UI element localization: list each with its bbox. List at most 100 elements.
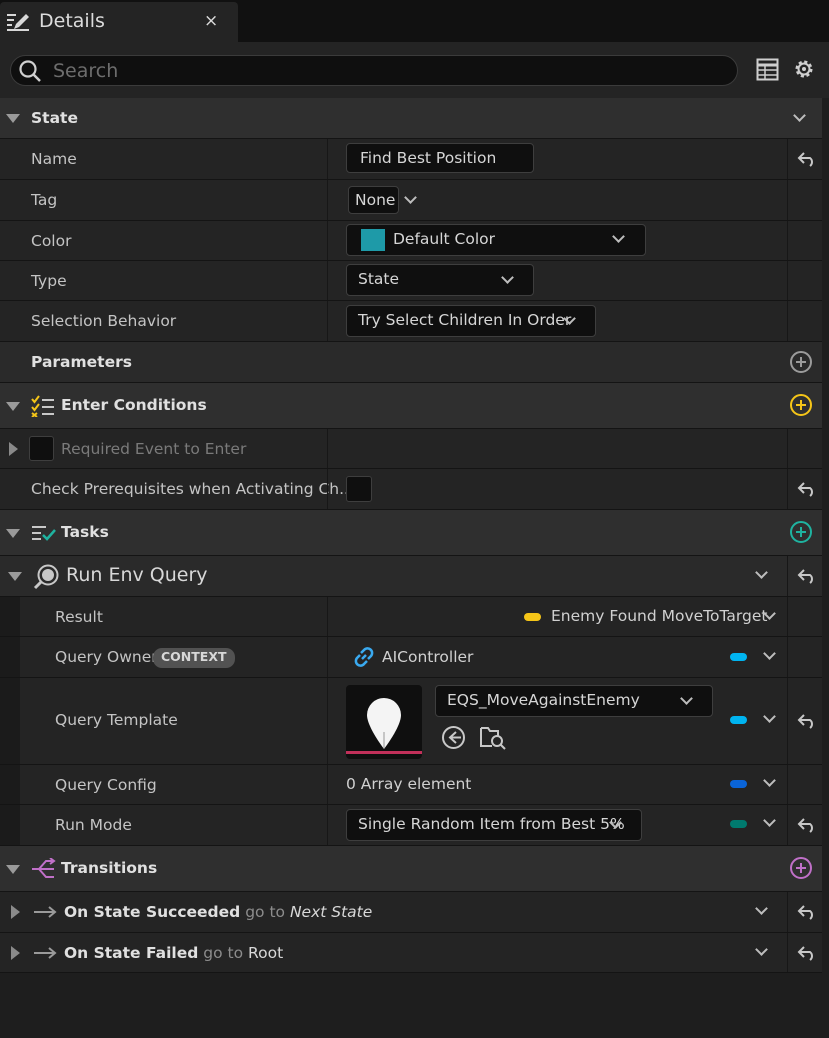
chevron-down-icon [680,692,693,705]
add-transition-icon[interactable] [790,857,812,879]
color-dropdown[interactable]: Default Color [346,224,646,256]
reset-to-default-icon[interactable] [797,817,817,833]
tasks-header[interactable]: Tasks [0,510,822,556]
collapse-arrow-icon[interactable] [6,402,20,411]
collapse-arrow-icon[interactable] [6,865,20,874]
location-pin-icon [367,698,401,749]
enter-conditions-label: Enter Conditions [61,396,207,414]
reset-to-default-icon[interactable] [797,481,817,497]
reset-to-default-icon[interactable] [797,904,817,920]
tab-details[interactable]: Details × [0,2,238,42]
check-prerequisites-checkbox[interactable] [346,476,372,502]
chevron-down-icon[interactable] [763,774,776,787]
reset-to-default-icon[interactable] [797,568,817,584]
type-dropdown[interactable]: State [346,264,534,296]
selection-behavior-label: Selection Behavior [31,312,177,330]
transition-item[interactable]: On State Failed go to Root [0,933,822,973]
transition-text: On State Failed go to Root [64,944,283,962]
color-swatch [361,229,385,251]
name-row: Name Find Best Position [0,139,822,180]
chevron-down-icon[interactable] [763,710,776,723]
transition-goto: go to [203,944,244,962]
tasks-checklist-icon [32,526,56,541]
binding-pill [730,780,747,788]
selection-behavior-dropdown[interactable]: Try Select Children In Order [346,305,596,337]
query-owner-row: Query Owner CONTEXT AIController [0,637,822,678]
search-input[interactable] [53,58,713,83]
add-task-icon[interactable] [790,521,812,543]
conditions-checklist-icon [31,395,54,417]
reset-to-default-icon[interactable] [797,151,817,167]
collapse-arrow-icon[interactable] [6,114,20,123]
arrow-right-icon [34,906,57,918]
run-mode-row: Run Mode Single Random Item from Best 5% [0,805,822,846]
color-row: Color Default Color [0,221,822,261]
chevron-down-icon[interactable] [763,647,776,660]
tag-value: None [355,191,396,209]
expand-arrow-icon[interactable] [11,946,20,960]
collapse-arrow-icon[interactable] [6,529,20,538]
transition-target: Next State [289,903,373,921]
query-config-value: 0 Array element [346,775,472,793]
chevron-down-icon[interactable] [763,814,776,827]
color-value: Default Color [393,230,496,248]
query-config-row: Query Config 0 Array element [0,765,822,805]
enter-conditions-header[interactable]: Enter Conditions [0,383,822,429]
arrow-right-icon [34,947,57,959]
run-mode-value: Single Random Item from Best 5% [358,815,625,833]
run-mode-dropdown[interactable]: Single Random Item from Best 5% [346,809,642,841]
reset-to-default-icon[interactable] [797,945,817,961]
state-header-label: State [31,109,78,127]
chevron-down-icon[interactable] [793,109,806,122]
browse-asset-icon[interactable] [480,724,506,750]
name-value: Find Best Position [360,149,497,167]
query-template-label: Query Template [55,711,178,729]
result-value[interactable]: Enemy Found MoveToTarget [551,607,767,625]
required-event-row: Required Event to Enter [0,429,822,469]
expand-arrow-icon[interactable] [11,905,20,919]
query-template-thumbnail[interactable] [346,685,422,759]
gear-icon[interactable] [792,57,816,81]
chevron-down-icon[interactable] [755,566,768,579]
tab-bar: Details × [0,0,829,42]
env-query-icon [33,564,59,590]
type-value: State [358,270,400,288]
result-type-pill [524,613,541,621]
reset-to-default-icon[interactable] [797,713,817,729]
check-prerequisites-label: Check Prerequisites when Activating Ch..… [31,480,354,498]
close-icon[interactable]: × [204,11,218,31]
binding-pill [730,716,747,724]
expand-arrow-icon[interactable] [9,442,18,456]
query-owner-value[interactable]: AIController [382,648,473,666]
add-condition-icon[interactable] [790,394,812,416]
transition-item[interactable]: On State Succeeded go to Next State [0,892,822,933]
use-selected-asset-icon[interactable] [441,725,466,750]
check-prerequisites-row: Check Prerequisites when Activating Ch..… [0,469,822,510]
parameters-row[interactable]: Parameters [0,342,822,383]
transitions-label: Transitions [61,859,158,877]
tag-dropdown-chevron-icon[interactable] [404,191,417,204]
color-label: Color [31,232,72,250]
state-section-header[interactable]: State [0,98,822,139]
run-env-query-header[interactable]: Run Env Query [0,556,822,597]
type-label: Type [31,272,67,290]
table-view-icon[interactable] [756,58,779,81]
transition-goto: go to [245,903,286,921]
type-row: Type State [0,261,822,301]
query-template-dropdown[interactable]: EQS_MoveAgainstEnemy [435,685,713,717]
name-label: Name [31,150,77,168]
context-badge: CONTEXT [153,648,235,668]
add-parameter-icon[interactable] [790,351,812,373]
chevron-down-icon[interactable] [755,902,768,915]
tag-row: Tag None [0,180,822,221]
tag-field[interactable]: None [348,186,399,214]
collapse-arrow-icon[interactable] [8,572,22,581]
tasks-label: Tasks [61,523,109,541]
required-event-checkbox[interactable] [29,436,54,461]
run-mode-label: Run Mode [55,816,132,834]
query-template-row: Query Template EQS_MoveAgainstEnemy [0,678,822,765]
chevron-down-icon[interactable] [755,943,768,956]
transitions-header[interactable]: Transitions [0,846,822,892]
toolbar [0,42,829,98]
name-field[interactable]: Find Best Position [346,143,534,173]
